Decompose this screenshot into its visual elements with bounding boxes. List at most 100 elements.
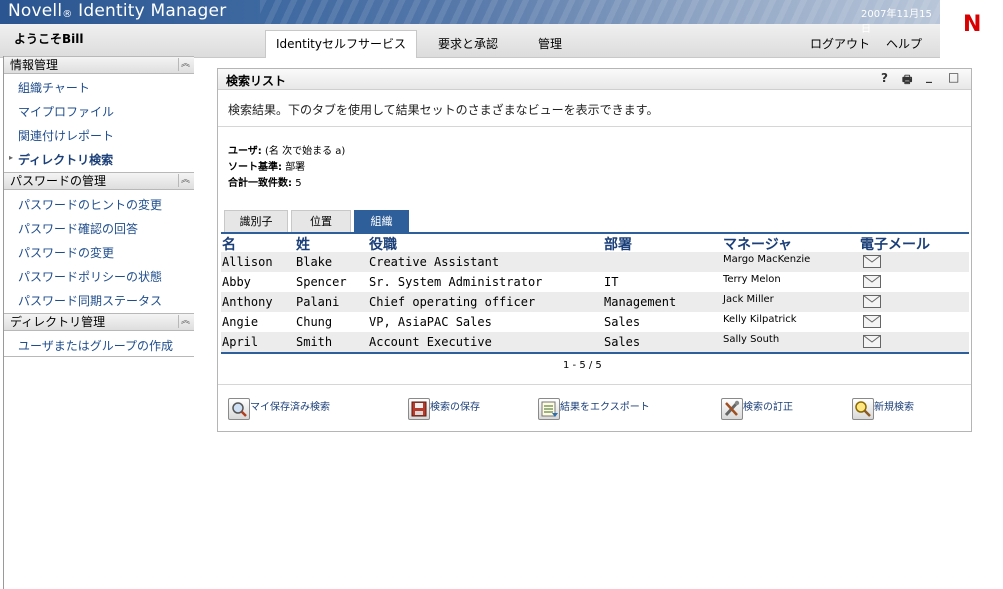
tab-requests-approvals[interactable]: 要求と承認 bbox=[438, 35, 498, 52]
sidebar-item-change-password-hint[interactable]: パスワードのヒントの変更 bbox=[18, 196, 162, 213]
criteria-user: ユーザ: (名 次で始まる a) bbox=[228, 146, 346, 157]
tab-identity-self-service[interactable]: Identityセルフサービス bbox=[265, 30, 417, 58]
collapse-icon[interactable]: ︽ bbox=[178, 315, 192, 328]
sidebar-item-create-user-group[interactable]: ユーザまたはグループの作成 bbox=[18, 337, 173, 354]
sidebar-item-password-sync-status[interactable]: パスワード同期ステータス bbox=[18, 292, 162, 309]
cell-first-name[interactable]: Allison bbox=[222, 255, 273, 269]
saved-search-icon bbox=[228, 398, 250, 420]
current-item-bullet-icon: ▸ bbox=[9, 153, 14, 162]
sidebar-item-challenge-response[interactable]: パスワード確認の回答 bbox=[18, 220, 138, 237]
save-disk-icon bbox=[408, 398, 430, 420]
divider bbox=[218, 384, 971, 385]
cell-title: Account Executive bbox=[369, 335, 492, 349]
novell-logo: N bbox=[963, 12, 982, 37]
column-header-manager[interactable]: マネージャ bbox=[723, 234, 792, 254]
tab-location[interactable]: 位置 bbox=[291, 210, 351, 233]
sidebar-divider bbox=[4, 356, 194, 357]
sidebar-item-relationship-report[interactable]: 関連付けレポート bbox=[18, 127, 114, 144]
help-link[interactable]: ヘルプ bbox=[886, 35, 922, 52]
table-row: Angie Chung VP, AsiaPAC Sales Sales Kell… bbox=[221, 312, 969, 332]
sidebar-item-my-profile[interactable]: マイプロファイル bbox=[18, 103, 114, 120]
column-header-email[interactable]: 電子メール bbox=[860, 234, 930, 254]
section-title: 情報管理 bbox=[10, 58, 59, 72]
sidebar: 情報管理 ︽ 組織チャート マイプロファイル 関連付けレポート ▸ ディレクトリ… bbox=[3, 56, 194, 589]
tab-organization[interactable]: 組織 bbox=[354, 210, 409, 233]
column-header-title[interactable]: 役職 bbox=[369, 234, 397, 254]
cell-last-name: Blake bbox=[296, 255, 333, 269]
sidebar-section-directory-management[interactable]: ディレクトリ管理 ︽ bbox=[4, 313, 194, 331]
cell-manager[interactable]: Margo MacKenzie bbox=[723, 254, 810, 265]
cell-department: Sales bbox=[604, 315, 641, 329]
minimize-icon[interactable]: _ bbox=[926, 69, 932, 83]
cell-last-name: Smith bbox=[296, 335, 333, 349]
cell-last-name: Chung bbox=[296, 315, 333, 329]
cell-manager[interactable]: Kelly Kilpatrick bbox=[723, 314, 797, 325]
envelope-icon[interactable] bbox=[863, 255, 881, 268]
header-banner: Novell® Identity Manager 2007年11月15日 bbox=[0, 0, 940, 35]
cell-last-name: Spencer bbox=[296, 275, 347, 289]
criteria-total: 合計一致件数: 5 bbox=[228, 178, 302, 189]
envelope-icon[interactable] bbox=[863, 335, 881, 348]
cell-department: Sales bbox=[604, 335, 641, 349]
app-title: Novell® Identity Manager bbox=[8, 1, 227, 21]
cell-title: Chief operating officer bbox=[369, 295, 536, 309]
export-list-icon bbox=[538, 398, 560, 420]
table-bottom-border bbox=[221, 352, 969, 354]
cell-first-name[interactable]: Anthony bbox=[222, 295, 273, 309]
portlet-title: 検索リスト bbox=[226, 74, 287, 88]
cell-first-name[interactable]: Angie bbox=[222, 315, 258, 329]
divider bbox=[218, 126, 971, 127]
portlet-title-bar: 検索リスト ? 🖶 _ □ bbox=[218, 69, 971, 90]
table-row: Allison Blake Creative Assistant Margo M… bbox=[221, 252, 969, 272]
cell-manager[interactable]: Sally South bbox=[723, 334, 779, 345]
logout-link[interactable]: ログアウト bbox=[810, 35, 870, 52]
envelope-icon[interactable] bbox=[863, 315, 881, 328]
tab-administration[interactable]: 管理 bbox=[538, 35, 562, 52]
maximize-icon[interactable]: □ bbox=[948, 70, 959, 84]
portlet-description: 検索結果。下のタブを使用して結果セットのさまざまなビューを表示できます。 bbox=[228, 103, 659, 117]
sidebar-item-org-chart[interactable]: 組織チャート bbox=[18, 79, 90, 96]
new-search-icon bbox=[852, 398, 874, 420]
column-header-last-name[interactable]: 姓 bbox=[296, 234, 310, 254]
criteria-sort: ソート基準: 部署 bbox=[228, 162, 306, 173]
refine-tools-icon bbox=[721, 398, 743, 420]
table-row: Abby Spencer Sr. System Administrator IT… bbox=[221, 272, 969, 292]
envelope-icon[interactable] bbox=[863, 295, 881, 308]
collapse-icon[interactable]: ︽ bbox=[178, 174, 192, 187]
sidebar-item-password-policy-status[interactable]: パスワードポリシーの状態 bbox=[18, 268, 162, 285]
column-header-first-name[interactable]: 名 bbox=[222, 234, 236, 254]
table-row: April Smith Account Executive Sales Sall… bbox=[221, 332, 969, 352]
cell-title: Creative Assistant bbox=[369, 255, 500, 269]
collapse-icon[interactable]: ︽ bbox=[178, 58, 192, 71]
cell-last-name: Palani bbox=[296, 295, 340, 309]
top-navigation: ようこそBill Identityセルフサービス 要求と承認 管理 ログアウト … bbox=[0, 24, 940, 58]
action-label: 結果をエクスポート bbox=[560, 402, 650, 413]
sidebar-section-password-management[interactable]: パスワードの管理 ︽ bbox=[4, 172, 194, 190]
table-row: Anthony Palani Chief operating officer M… bbox=[221, 292, 969, 312]
print-icon[interactable]: 🖶 bbox=[902, 71, 912, 90]
cell-manager[interactable]: Jack Miller bbox=[723, 294, 774, 305]
column-header-department[interactable]: 部署 bbox=[604, 234, 632, 254]
cell-first-name[interactable]: Abby bbox=[222, 275, 251, 289]
tab-identifier[interactable]: 識別子 bbox=[224, 210, 288, 233]
cell-title: Sr. System Administrator bbox=[369, 275, 543, 289]
welcome-text: ようこそBill bbox=[14, 32, 84, 46]
sidebar-section-info-management[interactable]: 情報管理 ︽ bbox=[4, 56, 194, 74]
pagination-status: 1 - 5 / 5 bbox=[563, 360, 602, 371]
action-label: 検索の保存 bbox=[430, 402, 480, 413]
cell-title: VP, AsiaPAC Sales bbox=[369, 315, 492, 329]
cell-department: IT bbox=[604, 275, 619, 289]
tab-underline bbox=[221, 232, 969, 234]
section-title: ディレクトリ管理 bbox=[10, 315, 106, 329]
action-label: 検索の訂正 bbox=[743, 402, 793, 413]
header-date: 2007年11月15日 bbox=[861, 9, 932, 35]
help-icon[interactable]: ? bbox=[881, 71, 888, 85]
cell-first-name[interactable]: April bbox=[222, 335, 258, 349]
sidebar-item-change-password[interactable]: パスワードの変更 bbox=[18, 244, 114, 261]
section-title: パスワードの管理 bbox=[10, 174, 107, 188]
action-label: 新規検索 bbox=[874, 402, 914, 413]
envelope-icon[interactable] bbox=[863, 275, 881, 288]
search-list-portlet: 検索リスト ? 🖶 _ □ 検索結果。下のタブを使用して結果セットのさまざまなビ… bbox=[217, 68, 972, 432]
cell-manager[interactable]: Terry Melon bbox=[723, 274, 781, 285]
sidebar-item-directory-search[interactable]: ディレクトリ検索 bbox=[18, 151, 113, 168]
